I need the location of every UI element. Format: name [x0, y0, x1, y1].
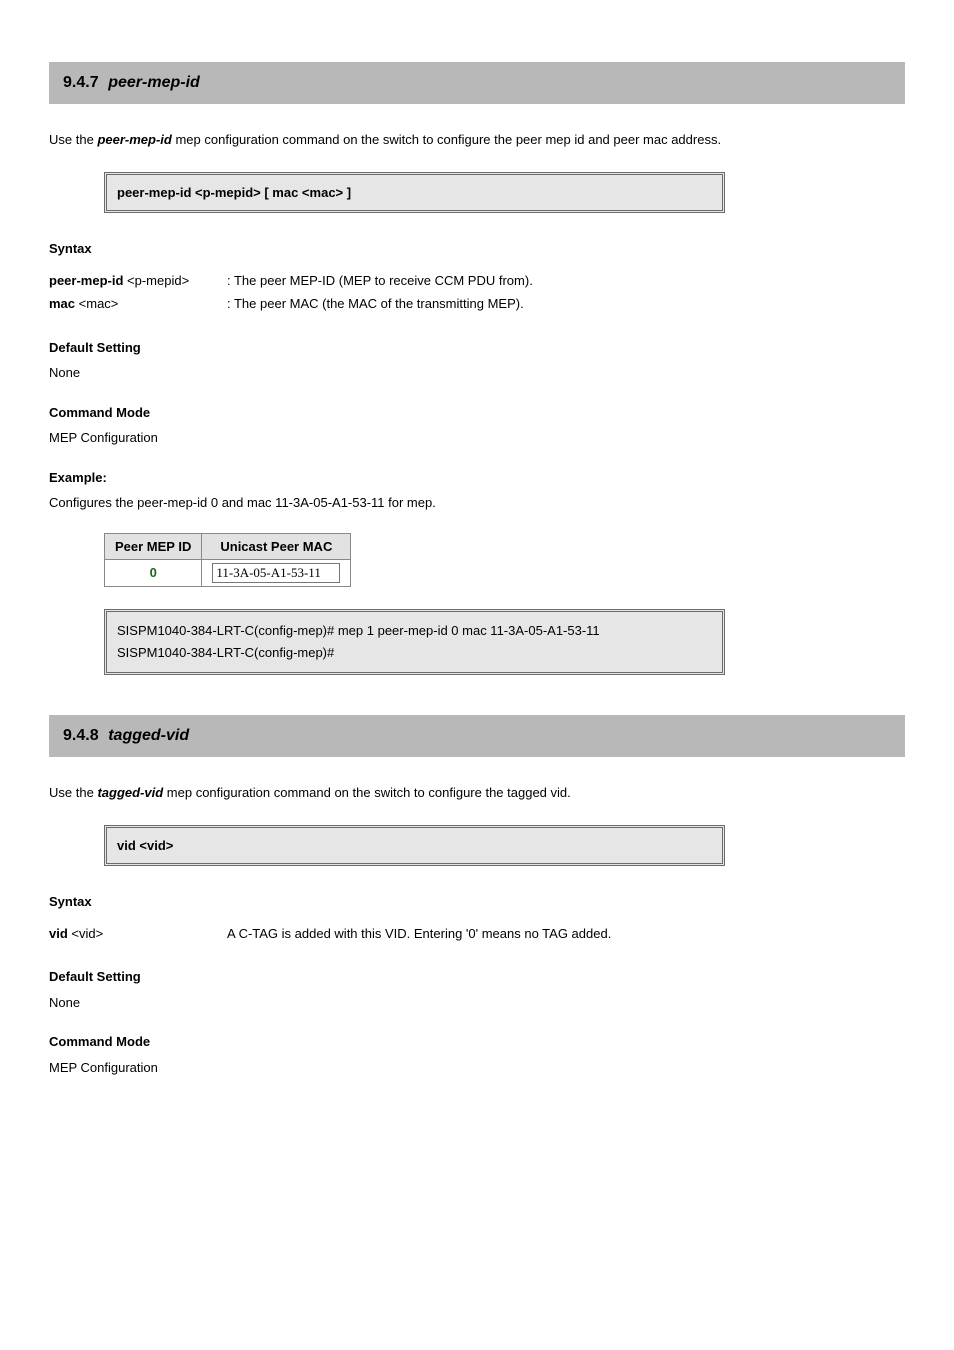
mode-body-1: MEP Configuration: [49, 428, 905, 448]
mode-heading-2: Command Mode: [49, 1032, 905, 1052]
cell-peer-id: 0: [105, 560, 202, 587]
param-key: vid: [49, 926, 68, 941]
section-title: peer-mep-id: [108, 74, 200, 91]
intro-paragraph-1: Use the peer-mep-id mep configuration co…: [49, 130, 905, 150]
default-heading-1: Default Setting: [49, 338, 905, 358]
default-body-1: None: [49, 363, 905, 383]
param-desc: A C-TAG is added with this VID. Entering…: [227, 924, 905, 944]
syntax-box-text: peer-mep-id <p-mepid> [ mac <mac> ]: [117, 185, 351, 200]
example-heading-1: Example:: [49, 468, 905, 488]
peer-table-wrap: Peer MEP ID Unicast Peer MAC 0: [104, 533, 905, 588]
command-box-1: SISPM1040-384-LRT-C(config-mep)# mep 1 p…: [104, 609, 725, 675]
section-title: tagged-vid: [108, 727, 189, 744]
syntax-box-1: peer-mep-id <p-mepid> [ mac <mac> ]: [104, 172, 725, 214]
param-desc: : The peer MAC (the MAC of the transmitt…: [227, 294, 905, 314]
syntax-params-2: vid <vid> A C-TAG is added with this VID…: [49, 924, 905, 944]
cell-peer-mac: [202, 560, 351, 587]
intro-prefix: Use the: [49, 132, 94, 147]
default-body-2: None: [49, 993, 905, 1013]
section-number: 9.4.8: [63, 727, 99, 744]
intro-prefix: Use the: [49, 785, 94, 800]
param-type: <mac>: [79, 296, 119, 311]
syntax-heading-1: Syntax: [49, 239, 905, 259]
param-desc: : The peer MEP-ID (MEP to receive CCM PD…: [227, 271, 905, 291]
col-header-unicast-peer-mac: Unicast Peer MAC: [202, 533, 351, 560]
section-header-peer-mep-id: 9.4.7 peer-mep-id: [49, 62, 905, 104]
default-heading-2: Default Setting: [49, 967, 905, 987]
syntax-params-1: peer-mep-id <p-mepid> : The peer MEP-ID …: [49, 271, 905, 314]
param-key: mac: [49, 296, 75, 311]
intro-suffix: mep configuration command on the switch …: [175, 132, 721, 147]
section-header-tagged-vid: 9.4.8 tagged-vid: [49, 715, 905, 757]
example-text-1: Configures the peer-mep-id 0 and mac 11-…: [49, 493, 905, 513]
peer-id-value: 0: [150, 565, 157, 580]
intro-function: tagged-vid: [97, 785, 163, 800]
param-key: peer-mep-id: [49, 273, 123, 288]
syntax-heading-2: Syntax: [49, 892, 905, 912]
param-type: <vid>: [71, 926, 103, 941]
section-number: 9.4.7: [63, 74, 99, 91]
intro-paragraph-2: Use the tagged-vid mep configuration com…: [49, 783, 905, 803]
peer-mac-input[interactable]: [212, 563, 340, 583]
param-type: <p-mepid>: [127, 273, 189, 288]
command-text: SISPM1040-384-LRT-C(config-mep)# mep 1 p…: [117, 623, 600, 660]
col-header-peer-mep-id: Peer MEP ID: [105, 533, 202, 560]
mode-body-2: MEP Configuration: [49, 1058, 905, 1078]
syntax-box-2: vid <vid>: [104, 825, 725, 867]
syntax-box-text: vid <vid>: [117, 838, 173, 853]
peer-mep-table: Peer MEP ID Unicast Peer MAC 0: [104, 533, 351, 588]
mode-heading-1: Command Mode: [49, 403, 905, 423]
table-row: 0: [105, 560, 351, 587]
intro-suffix: mep configuration command on the switch …: [167, 785, 571, 800]
intro-function: peer-mep-id: [97, 132, 171, 147]
table-header-row: Peer MEP ID Unicast Peer MAC: [105, 533, 351, 560]
